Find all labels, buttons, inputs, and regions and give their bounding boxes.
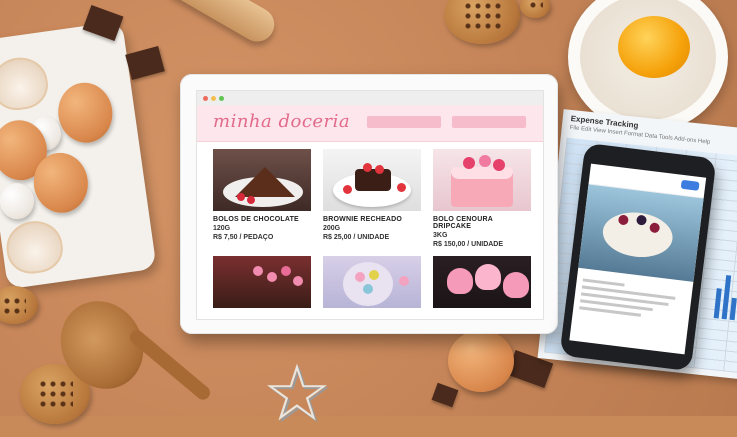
product-name: BOLO CENOURA DRIPCAKE [433,216,493,230]
product-photo-drip-cake[interactable] [433,149,531,211]
star-cookie-cutter: ☆ [262,349,332,437]
browser-toolbar [197,91,543,105]
product-card[interactable]: BOLOS DE CHOCOLATE 120G R$ 7,50 / PEDAÇO [213,149,311,248]
cookie [520,0,550,18]
product-card[interactable]: BOLO CENOURA DRIPCAKE 3KG R$ 150,00 / UN… [433,149,531,248]
spreadsheet-chart [713,266,737,321]
tablet-screen: minha doceria BOLOS DE CHOCOLATE 120G R$… [196,90,544,320]
cookie [0,286,38,324]
site-logo[interactable]: minha doceria [213,111,350,132]
cracked-egg-shell [3,217,66,277]
close-window-dot[interactable] [203,95,208,101]
product-photo-chocolate-cake[interactable] [213,149,311,211]
brown-egg [54,79,117,147]
phone-action-button[interactable] [680,179,700,191]
product-name: BOLOS DE CHOCOLATE [213,216,299,223]
chocolate-piece [125,46,165,80]
product-weight: 200G [323,225,341,232]
product-name: BROWNIE RECHEADO [323,216,403,223]
product-card[interactable] [213,256,311,308]
chocolate-piece [431,382,459,408]
product-card[interactable] [323,256,421,308]
product-photo-macarons[interactable] [323,256,421,308]
cookie [444,0,520,44]
product-price: R$ 150,00 / UNIDADE [433,241,504,248]
phone-product-photo[interactable] [578,184,704,282]
product-photo-cookies[interactable] [213,256,311,308]
rolling-pin [159,0,281,48]
cracked-egg-shell [0,53,51,114]
tablet-device: minha doceria BOLOS DE CHOCOLATE 120G R$… [180,74,558,334]
nav-button-2[interactable] [452,116,526,128]
maximize-window-dot[interactable] [219,95,224,101]
minimize-window-dot[interactable] [211,95,216,101]
phone-screen [569,163,707,355]
flour [580,0,716,120]
smartphone-device [559,142,717,372]
product-weight: 120G [213,225,231,232]
product-weight: 3KG [433,232,448,239]
egg-yolk [618,16,690,78]
product-price: R$ 7,50 / PEDAÇO [213,234,274,241]
site-header: minha doceria [197,105,543,142]
product-card[interactable]: BROWNIE RECHEADO 200G R$ 25,00 / UNIDADE [323,149,421,248]
white-egg [0,180,37,222]
product-photo-cupcakes[interactable] [433,256,531,308]
product-photo-brownie[interactable] [323,149,421,211]
product-price: R$ 25,00 / UNIDADE [323,234,390,241]
product-card[interactable] [433,256,531,308]
nav-button-1[interactable] [367,116,441,128]
desk-background: ☆ Expense Tracking File Edit View Insert… [0,0,737,432]
product-grid: BOLOS DE CHOCOLATE 120G R$ 7,50 / PEDAÇO… [213,149,531,308]
brown-egg [448,330,514,392]
